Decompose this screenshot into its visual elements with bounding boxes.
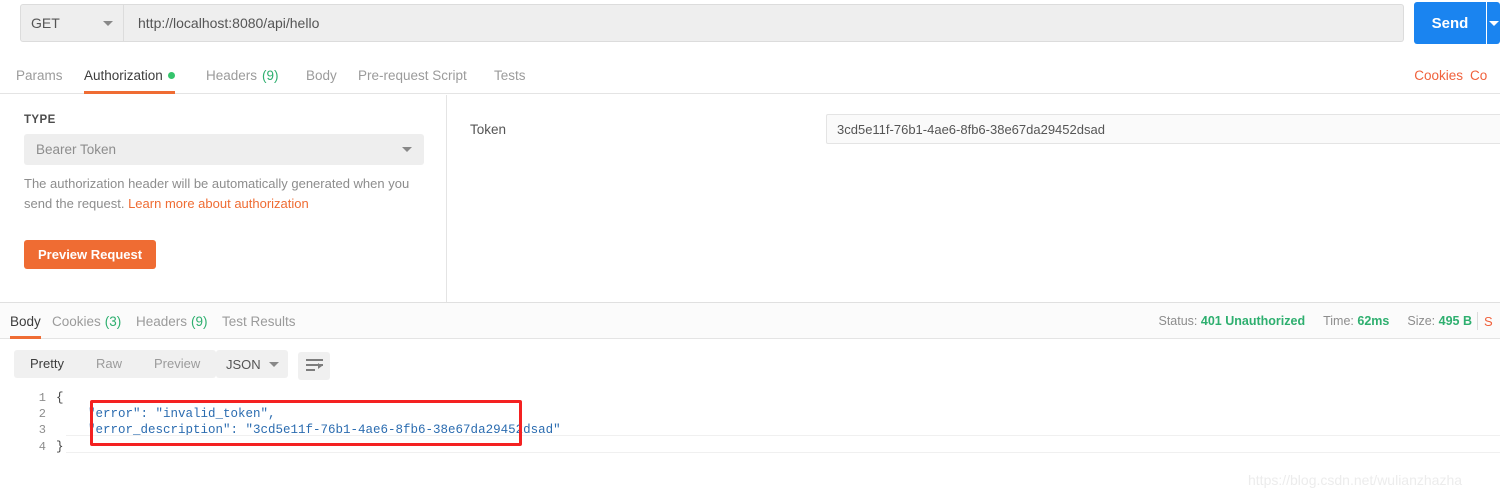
response-tab-test-results[interactable]: Test Results [222, 303, 296, 339]
url-bar: GET http://localhost:8080/api/hello Send [0, 0, 1500, 50]
word-wrap-button[interactable] [298, 352, 330, 380]
view-preview-button[interactable]: Preview [138, 350, 216, 378]
line-number: 4 [38, 440, 46, 454]
response-tab-body[interactable]: Body [10, 303, 41, 339]
auth-configured-dot-icon [167, 71, 175, 79]
code-link[interactable]: Co [1470, 56, 1500, 94]
tab-body[interactable]: Body [306, 56, 337, 94]
token-value: 3cd5e11f-76b1-4ae6-8fb6-38e67da29452dsad [837, 121, 1105, 137]
size-label: Size: [1407, 314, 1436, 328]
view-raw-button[interactable]: Raw [80, 350, 138, 378]
line-content: { [56, 391, 64, 405]
tab-label: Pre-request Script [358, 67, 467, 83]
word-wrap-icon [305, 359, 323, 371]
line-content: } [56, 440, 64, 454]
send-button-label: Send [1431, 14, 1469, 32]
tab-label: Body [10, 313, 41, 329]
auth-type-select[interactable]: Bearer Token [24, 134, 424, 165]
tab-label: Tests [494, 67, 526, 83]
status-badge: 401 Unauthorized [1200, 314, 1306, 328]
request-url-value: http://localhost:8080/api/hello [138, 15, 320, 31]
tab-label: Test Results [222, 313, 296, 329]
cookies-link[interactable]: Cookies [1414, 56, 1463, 94]
tab-headers[interactable]: Headers (9) [206, 56, 279, 94]
request-url-input[interactable]: http://localhost:8080/api/hello [124, 4, 1404, 42]
response-body-toolbar: Pretty Raw Preview JSON [0, 340, 1500, 386]
send-button[interactable]: Send [1414, 2, 1486, 44]
line-number: 3 [38, 423, 46, 437]
auth-help-text: The authorization header will be automat… [24, 174, 436, 214]
size-value: 495 B [1438, 314, 1472, 328]
code-link-label: Co [1470, 67, 1488, 83]
tab-label: Headers [206, 67, 258, 83]
status-label: Status: [1158, 314, 1198, 328]
request-tab-bar: Params Authorization Headers (9) Body Pr… [0, 56, 1500, 94]
http-method-value: GET [31, 15, 60, 31]
response-format-value: JSON [226, 356, 261, 372]
time-value: 62ms [1357, 314, 1390, 328]
chevron-down-icon [402, 147, 412, 152]
tab-label: Headers [136, 313, 188, 329]
line-number: 1 [38, 391, 46, 405]
tab-label: Body [306, 67, 337, 83]
tab-count: (9) [262, 67, 279, 83]
response-meta: Status: 401 Unauthorized Time: 62ms Size… [1159, 303, 1473, 339]
authorization-panel: TYPE Bearer Token The authorization head… [0, 94, 1500, 302]
auth-panel-divider [446, 95, 447, 302]
send-options-button[interactable] [1487, 2, 1500, 44]
code-gridline [66, 452, 1500, 453]
auth-type-label: TYPE [24, 114, 56, 126]
cookies-link-label: Cookies [1414, 67, 1463, 83]
chevron-down-icon [103, 20, 113, 26]
tab-label: Params [16, 67, 63, 83]
tab-pre-request-script[interactable]: Pre-request Script [358, 56, 467, 94]
tab-label: Authorization [84, 67, 163, 83]
view-pretty-button[interactable]: Pretty [14, 350, 80, 378]
response-tab-cookies[interactable]: Cookies (3) [52, 303, 121, 339]
tab-count: (9) [191, 313, 208, 329]
response-tab-headers[interactable]: Headers (9) [136, 303, 208, 339]
tab-count: (3) [104, 313, 122, 329]
preview-request-button[interactable]: Preview Request [24, 240, 157, 269]
response-format-select[interactable]: JSON [216, 350, 288, 378]
annotation-highlight-box [90, 400, 522, 446]
tab-label: Cookies [52, 313, 101, 329]
watermark: https://blog.csdn.net/wulianzhazha [1248, 472, 1463, 488]
meta-divider [1477, 312, 1478, 330]
http-method-select[interactable]: GET [20, 4, 124, 42]
active-tab-underline [10, 336, 41, 339]
status-group: Status: 401 Unauthorized [1159, 314, 1306, 328]
chevron-down-icon [268, 361, 279, 367]
preview-request-label: Preview Request [38, 247, 143, 262]
tab-tests[interactable]: Tests [494, 56, 526, 94]
response-view-toggle: Pretty Raw Preview [14, 350, 217, 378]
save-response-link[interactable]: S [1484, 303, 1500, 339]
learn-more-link[interactable]: Learn more about authorization [128, 196, 309, 211]
token-label: Token [470, 122, 507, 137]
save-response-label: S [1484, 313, 1493, 329]
token-input[interactable]: 3cd5e11f-76b1-4ae6-8fb6-38e67da29452dsad [826, 114, 1500, 144]
auth-type-value: Bearer Token [36, 142, 117, 157]
tab-authorization[interactable]: Authorization [84, 56, 175, 94]
time-group: Time: 62ms [1323, 314, 1389, 328]
line-number: 2 [38, 407, 46, 421]
chevron-down-icon [1488, 20, 1499, 26]
size-group: Size: 495 B [1407, 314, 1472, 328]
response-tab-bar: Body Cookies (3) Headers (9) Test Result… [0, 303, 1500, 339]
time-label: Time: [1323, 314, 1354, 328]
tab-params[interactable]: Params [16, 56, 63, 94]
